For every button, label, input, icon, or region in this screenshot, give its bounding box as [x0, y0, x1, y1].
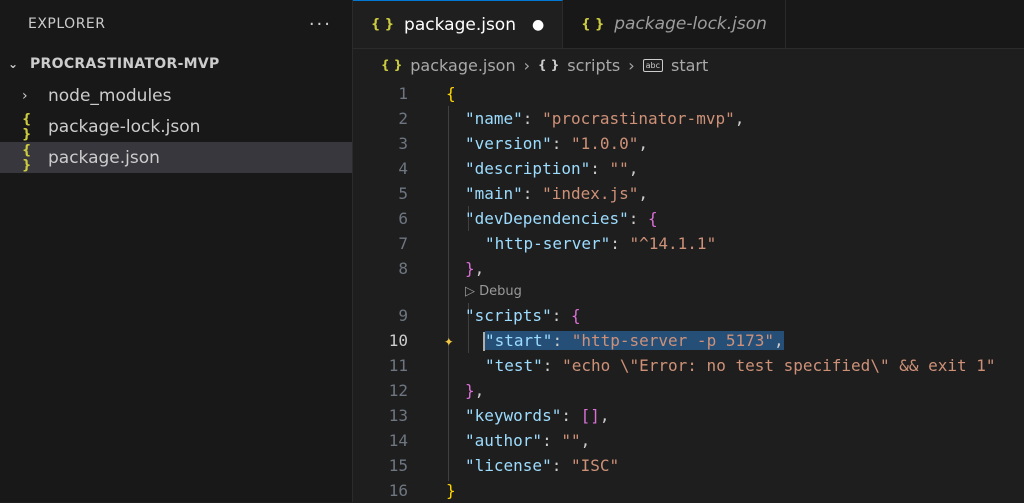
- code-line: 16 }: [388, 481, 456, 500]
- code-line: 4 "description": "",: [398, 159, 639, 178]
- tab-bar: { } package.json ● { } package-lock.json: [353, 0, 1024, 49]
- code-line: 14 "author": "",: [388, 431, 591, 450]
- json-file-icon: { }: [371, 17, 395, 32]
- code-line: 7 "http-server": "^14.1.1": [398, 234, 717, 253]
- breadcrumb-separator-icon: ›: [628, 55, 635, 75]
- code-line: 2 "name": "procrastinator-mvp",: [398, 109, 745, 128]
- breadcrumb-separator-icon: ›: [523, 55, 531, 75]
- sparkle-icon[interactable]: ✦: [444, 328, 454, 353]
- json-file-icon: { }: [381, 58, 403, 72]
- json-file-icon: { }: [22, 111, 32, 142]
- chevron-down-icon: ⌄: [8, 57, 19, 71]
- editor-area: { } package.json ● { } package-lock.json…: [353, 0, 1024, 502]
- string-property-icon: abc: [642, 58, 663, 72]
- code-line: 3 "version": "1.0.0",: [398, 134, 649, 153]
- project-name: PROCRASTINATOR-MVP: [30, 56, 220, 72]
- tab-package-json[interactable]: { } package.json ●: [353, 0, 564, 48]
- breadcrumb-section[interactable]: scripts: [567, 56, 620, 75]
- tab-package-lock-json[interactable]: { } package-lock.json: [563, 0, 786, 48]
- tree-item-label: package.json: [48, 147, 160, 168]
- tab-label: package-lock.json: [614, 14, 767, 34]
- code-line: 12 },: [388, 381, 485, 400]
- json-file-icon: { }: [581, 16, 605, 32]
- breadcrumb-file[interactable]: package.json: [410, 56, 515, 75]
- debug-codelens[interactable]: ▷ Debug: [353, 281, 1024, 303]
- chevron-right-icon: ›: [22, 87, 28, 104]
- code-line-current: 10 ✦ "start": "http-server -p 5173",: [353, 328, 1024, 353]
- code-line: 11 "test": "echo \"Error: no test specif…: [388, 356, 996, 375]
- code-line: 15 "license": "ISC": [388, 456, 620, 475]
- tree-item-package-json[interactable]: { } package.json: [0, 142, 352, 173]
- code-line: 5 "main": "index.js",: [398, 184, 649, 203]
- tree-item-label: node_modules: [48, 85, 172, 106]
- code-line: 1 {: [398, 84, 456, 103]
- explorer-header: EXPLORER ···: [0, 0, 352, 48]
- json-file-icon: { }: [22, 142, 32, 173]
- more-actions-icon[interactable]: ···: [309, 14, 332, 35]
- explorer-sidebar: EXPLORER ··· ⌄ PROCRASTINATOR-MVP › node…: [0, 0, 353, 502]
- tab-label: package.json: [404, 14, 516, 35]
- breadcrumb-key[interactable]: start: [671, 56, 708, 75]
- object-icon: { }: [538, 58, 560, 72]
- breadcrumb: { } package.json › { } scripts › abc sta…: [353, 49, 1024, 81]
- tree-item-package-lock[interactable]: { } package-lock.json: [0, 111, 352, 142]
- project-folder-header[interactable]: ⌄ PROCRASTINATOR-MVP: [0, 48, 352, 80]
- code-line: 13 "keywords": [],: [388, 406, 610, 425]
- code-line: 6 "devDependencies": {: [398, 209, 658, 228]
- code-line: 9 "scripts": {: [398, 306, 581, 325]
- tree-item-label: package-lock.json: [48, 116, 201, 137]
- code-editor[interactable]: 1 { 2 "name": "procrastinator-mvp", 3 "v…: [353, 81, 1024, 503]
- explorer-title: EXPLORER: [28, 16, 106, 32]
- tree-item-node-modules[interactable]: › node_modules: [0, 80, 352, 111]
- unsaved-dot-icon[interactable]: ●: [532, 17, 544, 33]
- code-line: 8 },: [398, 259, 485, 278]
